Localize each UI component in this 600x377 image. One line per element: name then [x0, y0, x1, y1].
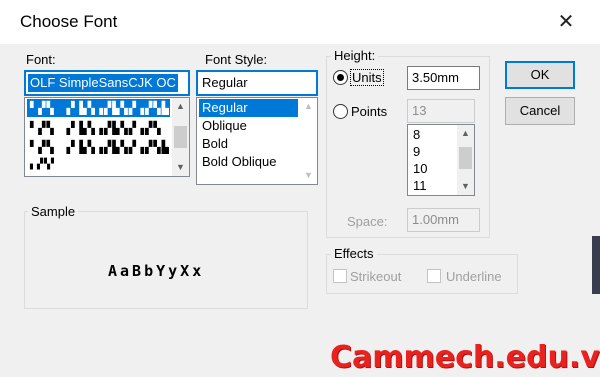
- font-style-value: Regular: [202, 75, 248, 90]
- close-button[interactable]: ✕: [550, 6, 582, 38]
- scroll-down-icon[interactable]: ▼: [300, 167, 317, 184]
- font-style-label: Font Style:: [205, 52, 268, 67]
- units-label[interactable]: Units: [350, 69, 384, 86]
- points-input[interactable]: 13: [407, 99, 475, 123]
- points-list[interactable]: 8 9 10 11 ▲ ▼: [407, 124, 475, 196]
- font-list-item[interactable]: ▘▞▚ ▗▘▙▚▗▞▙▚▞▗▞▚▙: [27, 138, 170, 156]
- font-style-input[interactable]: Regular: [196, 70, 318, 96]
- points-list-scrollbar[interactable]: ▲ ▼: [457, 125, 474, 195]
- sample-group: [24, 211, 308, 309]
- dialog-title: Choose Font: [20, 12, 118, 31]
- font-style-item[interactable]: Oblique: [199, 117, 247, 135]
- font-list-item[interactable]: ▘▞▚ ▗▘▙▚▗▞▙▚▞▗▞▚: [27, 119, 162, 137]
- font-style-list[interactable]: Regular Oblique Bold Bold Oblique ▲ ▼: [196, 97, 318, 185]
- underline-label[interactable]: Underline: [446, 269, 502, 284]
- strikeout-checkbox[interactable]: [333, 269, 347, 283]
- space-input[interactable]: 1.00mm: [407, 208, 480, 232]
- font-name-input[interactable]: OLF SimpleSansCJK OC: [24, 70, 190, 96]
- scroll-up-icon[interactable]: ▲: [457, 125, 474, 142]
- scroll-up-icon[interactable]: ▲: [172, 98, 189, 115]
- font-style-item[interactable]: Regular: [199, 99, 298, 117]
- units-radio[interactable]: [333, 70, 348, 85]
- scroll-thumb[interactable]: [459, 147, 472, 169]
- font-name-value: OLF SimpleSansCJK OC: [28, 74, 178, 92]
- scroll-thumb[interactable]: [174, 126, 187, 148]
- ok-button[interactable]: OK: [505, 61, 575, 89]
- points-list-item[interactable]: 8: [410, 126, 420, 143]
- watermark-logo: Cammech.edu.vn: [330, 340, 600, 375]
- font-list-item[interactable]: ▘▞▚ ▗▘▙▚▗▞▙▚▞▗▞▚▙: [27, 99, 170, 117]
- font-list[interactable]: ▘▞▚ ▗▘▙▚▗▞▙▚▞▗▞▚▙ ▘▞▚ ▗▘▙▚▗▞▙▚▞▗▞▚ ▘▞▚ ▗…: [24, 97, 190, 177]
- strikeout-label[interactable]: Strikeout: [350, 269, 401, 284]
- points-list-item[interactable]: 9: [410, 143, 420, 160]
- background-window-edge: [592, 236, 600, 294]
- scroll-down-icon[interactable]: ▼: [172, 159, 189, 176]
- font-label: Font:: [26, 52, 56, 67]
- height-group-label: Height:: [331, 48, 379, 63]
- sample-group-label: Sample: [28, 204, 79, 219]
- font-style-scrollbar[interactable]: ▲ ▼: [300, 98, 317, 184]
- cancel-button[interactable]: Cancel: [505, 97, 575, 125]
- space-label: Space:: [347, 214, 388, 229]
- points-label[interactable]: Points: [351, 104, 387, 119]
- points-list-item[interactable]: 10: [410, 160, 427, 177]
- underline-checkbox[interactable]: [427, 269, 441, 283]
- scroll-up-icon[interactable]: ▲: [300, 98, 317, 115]
- close-icon: ✕: [557, 11, 575, 33]
- points-list-item[interactable]: 11: [410, 177, 427, 194]
- points-radio[interactable]: [333, 104, 348, 119]
- sample-preview: AaBbYyXx: [108, 262, 205, 280]
- scroll-down-icon[interactable]: ▼: [457, 178, 474, 195]
- font-style-item[interactable]: Bold: [199, 135, 228, 153]
- font-list-item[interactable]: ▖▞▚▘: [27, 156, 58, 174]
- font-style-item[interactable]: Bold Oblique: [199, 153, 276, 171]
- effects-group-label: Effects: [331, 246, 377, 261]
- font-list-scrollbar[interactable]: ▲ ▼: [172, 98, 189, 176]
- units-input[interactable]: 3.50mm: [407, 66, 480, 90]
